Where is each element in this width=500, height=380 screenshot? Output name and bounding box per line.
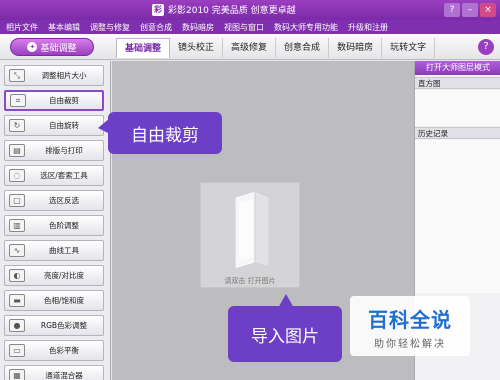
tool-label: 排版与打印 bbox=[45, 146, 83, 155]
toolbar-tab-row: ✦ 基础调整 基础调整 镜头校正 高级修复 创意合成 数码暗房 玩转文字 ? bbox=[0, 34, 500, 60]
tool-curves[interactable]: ∿ 曲线工具 bbox=[4, 240, 104, 261]
tool-label: RGB色彩调整 bbox=[40, 321, 88, 330]
menu-master[interactable]: 数码大师专用功能 bbox=[274, 22, 338, 33]
invert-selection-icon: ▢ bbox=[9, 194, 25, 207]
tool-label: 通道混合器 bbox=[45, 371, 83, 380]
home-icon: ✦ bbox=[27, 42, 38, 52]
resize-icon: ⤡ bbox=[9, 69, 25, 82]
menu-adjust[interactable]: 调整与修复 bbox=[90, 22, 130, 33]
lasso-icon: ◌ bbox=[9, 169, 25, 182]
rgb-icon: ● bbox=[9, 319, 25, 332]
tool-label: 色相/饱和度 bbox=[43, 296, 85, 305]
watermark: 百科全说 助你轻松解决 bbox=[350, 296, 470, 356]
history-area bbox=[415, 140, 500, 293]
menu-darkroom[interactable]: 数码暗房 bbox=[182, 22, 214, 33]
tool-label: 自由裁剪 bbox=[49, 96, 79, 105]
close-button[interactable]: × bbox=[480, 3, 496, 17]
hue-icon: ▬ bbox=[9, 294, 25, 307]
tab-repair[interactable]: 高级修复 bbox=[223, 38, 277, 58]
tool-free-rotate[interactable]: ↻ 自由旋转 bbox=[4, 115, 104, 136]
open-folder-icon bbox=[234, 190, 270, 270]
open-image-area[interactable] bbox=[200, 182, 300, 288]
menu-file[interactable]: 相片文件 bbox=[6, 22, 38, 33]
tab-basic[interactable]: 基础调整 bbox=[116, 38, 171, 58]
tool-label: 亮度/对比度 bbox=[43, 271, 85, 280]
channel-mixer-icon: ▦ bbox=[9, 369, 25, 380]
menu-bar: 相片文件 基本编辑 调整与修复 创意合成 数码暗房 视图与窗口 数码大师专用功能… bbox=[0, 20, 500, 34]
tool-print[interactable]: ▤ 排版与打印 bbox=[4, 140, 104, 161]
open-image-hint: 请双击 打开图片 bbox=[224, 277, 276, 285]
tool-label: 色彩平衡 bbox=[49, 346, 79, 355]
crop-icon: ⌗ bbox=[10, 94, 26, 107]
rotate-icon: ↻ bbox=[9, 119, 25, 132]
tab-lens[interactable]: 镜头校正 bbox=[170, 38, 224, 58]
watermark-subtitle: 助你轻松解决 bbox=[374, 339, 446, 350]
basic-adjust-label: 基础调整 bbox=[40, 43, 77, 54]
histogram-area bbox=[415, 90, 500, 126]
tool-rgb[interactable]: ● RGB色彩调整 bbox=[4, 315, 104, 336]
curves-icon: ∿ bbox=[9, 244, 25, 257]
tool-panel: ⤡ 调整相片大小 ⌗ 自由裁剪 ↻ 自由旋转 ▤ 排版与打印 ◌ 选区/套索工具… bbox=[0, 61, 111, 380]
tool-label: 曲线工具 bbox=[49, 246, 79, 255]
brightness-icon: ◐ bbox=[9, 269, 25, 282]
open-layers-mode-button[interactable]: 打开大师图层模式 bbox=[415, 61, 500, 75]
crop-callout: 自由裁剪 bbox=[98, 112, 222, 154]
tool-label: 调整相片大小 bbox=[41, 71, 87, 80]
menu-edit[interactable]: 基本编辑 bbox=[48, 22, 80, 33]
tool-channel-mixer[interactable]: ▦ 通道混合器 bbox=[4, 365, 104, 380]
tab-text[interactable]: 玩转文字 bbox=[382, 38, 436, 58]
tool-levels[interactable]: ▥ 色阶调整 bbox=[4, 215, 104, 236]
tool-label: 色阶调整 bbox=[49, 221, 79, 230]
levels-icon: ▥ bbox=[9, 219, 25, 232]
tool-invert-selection[interactable]: ▢ 选区反选 bbox=[4, 190, 104, 211]
help-icon[interactable]: ? bbox=[478, 39, 494, 55]
print-icon: ▤ bbox=[9, 144, 25, 157]
minimize-button[interactable]: – bbox=[462, 3, 478, 17]
menu-creative[interactable]: 创意合成 bbox=[140, 22, 172, 33]
window-title: 彩影2010 完美品质 创意更卓越 bbox=[168, 6, 296, 16]
tab-darkroom[interactable]: 数码暗房 bbox=[329, 38, 383, 58]
tool-label: 自由旋转 bbox=[49, 121, 79, 130]
category-tabs: 基础调整 镜头校正 高级修复 创意合成 数码暗房 玩转文字 bbox=[116, 38, 436, 58]
tool-brightness[interactable]: ◐ 亮度/对比度 bbox=[4, 265, 104, 286]
tool-free-crop[interactable]: ⌗ 自由裁剪 bbox=[4, 90, 104, 111]
watermark-title: 百科全说 bbox=[368, 308, 452, 332]
basic-adjust-button[interactable]: ✦ 基础调整 bbox=[10, 38, 94, 56]
help-window-button[interactable]: ? bbox=[444, 3, 460, 17]
tool-hue[interactable]: ▬ 色相/饱和度 bbox=[4, 290, 104, 311]
menu-upgrade[interactable]: 升级和注册 bbox=[348, 22, 388, 33]
tool-label: 选区反选 bbox=[49, 196, 79, 205]
tool-resize[interactable]: ⤡ 调整相片大小 bbox=[4, 65, 104, 86]
tool-label: 选区/套索工具 bbox=[40, 171, 88, 180]
tool-color-balance[interactable]: ▭ 色彩平衡 bbox=[4, 340, 104, 361]
window-controls: ? – × bbox=[444, 3, 496, 17]
histogram-header: 直方图 bbox=[415, 77, 500, 89]
title-bar: 彩 彩影2010 完美品质 创意更卓越 ? – × bbox=[0, 0, 500, 20]
tab-creative[interactable]: 创意合成 bbox=[276, 38, 330, 58]
menu-view[interactable]: 视图与窗口 bbox=[224, 22, 264, 33]
color-balance-icon: ▭ bbox=[9, 344, 25, 357]
history-header: 历史记录 bbox=[415, 127, 500, 139]
app-logo-icon: 彩 bbox=[152, 4, 164, 16]
tool-lasso[interactable]: ◌ 选区/套索工具 bbox=[4, 165, 104, 186]
import-callout: 导入图片 bbox=[228, 294, 342, 362]
